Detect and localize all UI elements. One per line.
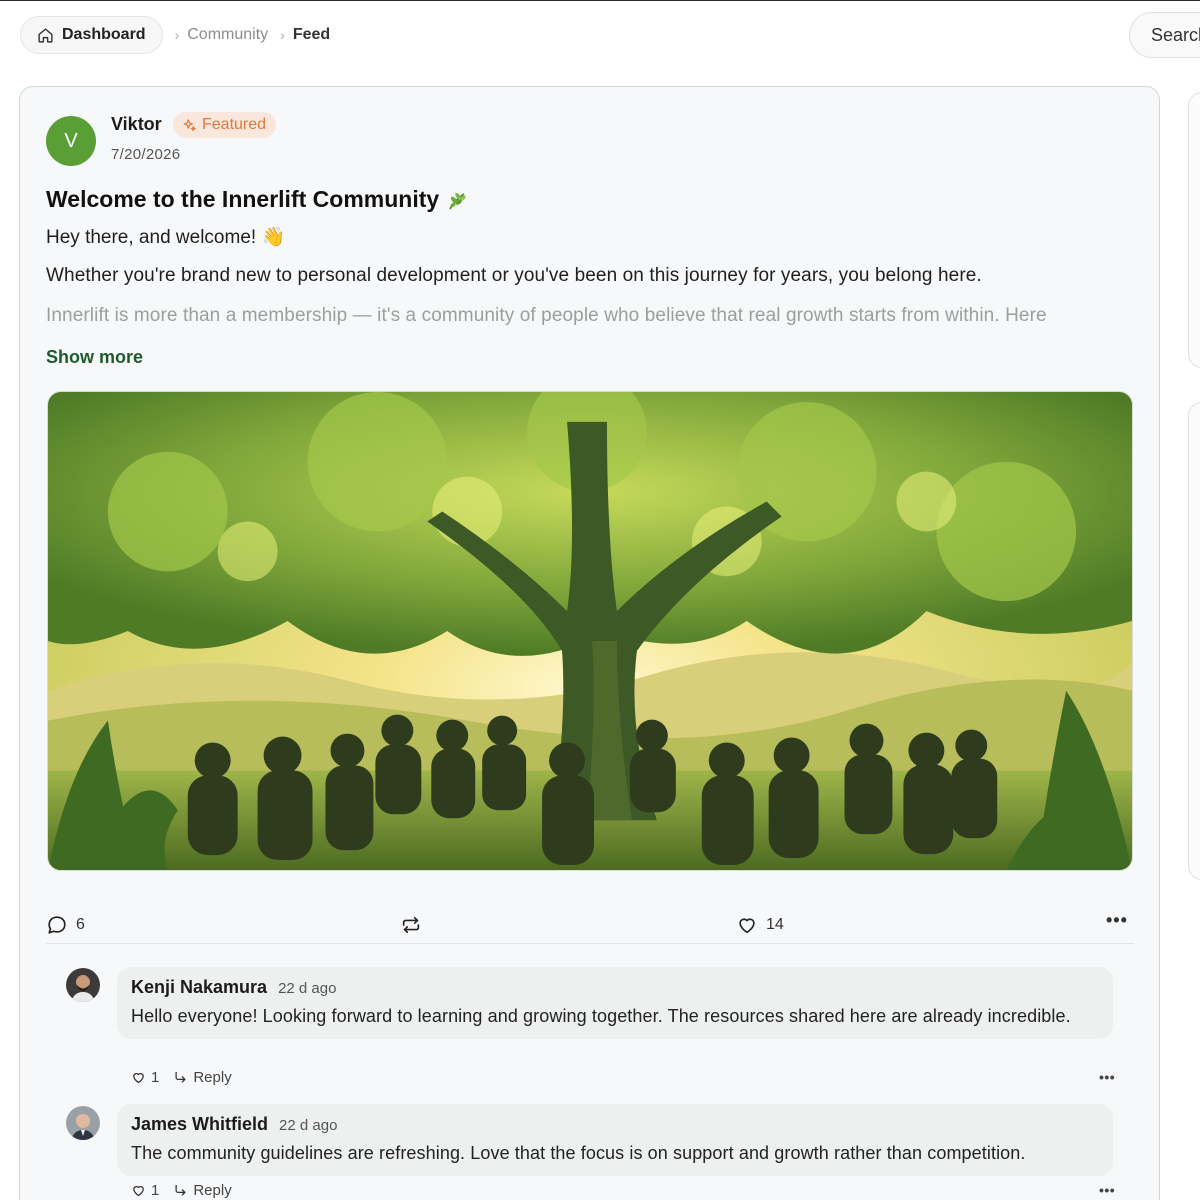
reply-button[interactable]: Reply (173, 1069, 232, 1086)
avatar[interactable] (66, 968, 100, 1002)
post-date: 7/20/2026 (111, 146, 181, 163)
comment-time: 22 d ago (279, 1117, 338, 1134)
window-top-border (0, 0, 1200, 1)
reply-label: Reply (193, 1069, 232, 1086)
comment-like-count: 1 (151, 1069, 160, 1086)
reply-arrow-icon (175, 1184, 186, 1196)
heart-icon (133, 1072, 144, 1084)
comment-text: Hello everyone! Looking forward to learn… (131, 1006, 1071, 1026)
like-button[interactable]: 14 (736, 914, 784, 936)
comment-count: 6 (76, 916, 85, 933)
comment-more-button[interactable]: ••• (1099, 1069, 1115, 1085)
like-count: 14 (766, 916, 784, 933)
home-icon (38, 27, 53, 43)
avatar[interactable]: V (46, 116, 96, 166)
post-body-line: Whether you're brand new to personal dev… (46, 265, 982, 286)
reply-arrow-icon (175, 1071, 186, 1083)
comment-actions: 1 Reply (131, 1069, 232, 1086)
repost-button[interactable] (400, 914, 422, 936)
post-author[interactable]: Viktor (111, 114, 162, 135)
side-panel-card (1188, 92, 1200, 368)
breadcrumb-dashboard[interactable]: Dashboard (20, 16, 163, 54)
comment-text: The community guidelines are refreshing.… (131, 1143, 1026, 1163)
comment-bubble: James Whitfield 22 d ago The community g… (117, 1104, 1113, 1176)
search-button[interactable]: Search (1129, 12, 1200, 58)
breadcrumb: Dashboard › Community › Feed (20, 16, 330, 54)
post-body-faded-line: Innerlift is more than a membership — it… (46, 305, 1047, 326)
featured-badge-label: Featured (202, 116, 267, 133)
post-image[interactable] (47, 391, 1133, 871)
heart-icon (133, 1185, 144, 1197)
comment-icon (48, 916, 66, 934)
comment-like-button[interactable]: 1 (131, 1182, 159, 1199)
breadcrumb-dashboard-label: Dashboard (62, 26, 146, 43)
herb-icon (449, 192, 466, 209)
commenter-photo (66, 1106, 100, 1140)
breadcrumb-feed: Feed (292, 26, 331, 43)
sparkle-icon (183, 118, 196, 131)
avatar-initial: V (64, 129, 78, 152)
comment-time: 22 d ago (278, 980, 337, 997)
more-options-button[interactable]: ••• (1106, 910, 1128, 931)
post-actions-bar: 6 14 ••• (46, 910, 1134, 944)
post-title: Welcome to the Innerlift Community (46, 186, 469, 213)
side-panel-card (1188, 402, 1200, 880)
reply-button[interactable]: Reply (173, 1182, 232, 1199)
search-label: Search (1151, 24, 1200, 45)
repost-icon (402, 916, 420, 934)
comment-more-button[interactable]: ••• (1099, 1182, 1115, 1198)
post-card: V Viktor Featured 7/20/2026 Welcome to t… (19, 86, 1160, 1200)
avatar[interactable] (66, 1106, 100, 1140)
comment-button[interactable]: 6 (46, 914, 85, 936)
post-body-line: Hey there, and welcome! 👋 (46, 227, 286, 248)
comment-like-button[interactable]: 1 (131, 1069, 159, 1086)
chevron-right-icon: › (174, 27, 180, 43)
comment-bubble: Kenji Nakamura 22 d ago Hello everyone! … (117, 967, 1113, 1039)
reply-label: Reply (193, 1182, 232, 1199)
chevron-right-icon: › (280, 27, 285, 43)
commenter-photo (66, 968, 100, 1002)
breadcrumb-community[interactable]: Community (187, 26, 268, 44)
comment-actions: 1 Reply (131, 1182, 232, 1199)
comment-author[interactable]: Kenji Nakamura (131, 977, 267, 998)
featured-badge: Featured (173, 112, 277, 138)
comment-author[interactable]: James Whitfield (131, 1114, 268, 1135)
heart-icon (739, 918, 755, 934)
post-title-text: Welcome to the Innerlift Community (46, 186, 440, 212)
show-more-link[interactable]: Show more (46, 347, 143, 368)
post-illustration (48, 392, 1132, 870)
comment-like-count: 1 (151, 1182, 160, 1199)
